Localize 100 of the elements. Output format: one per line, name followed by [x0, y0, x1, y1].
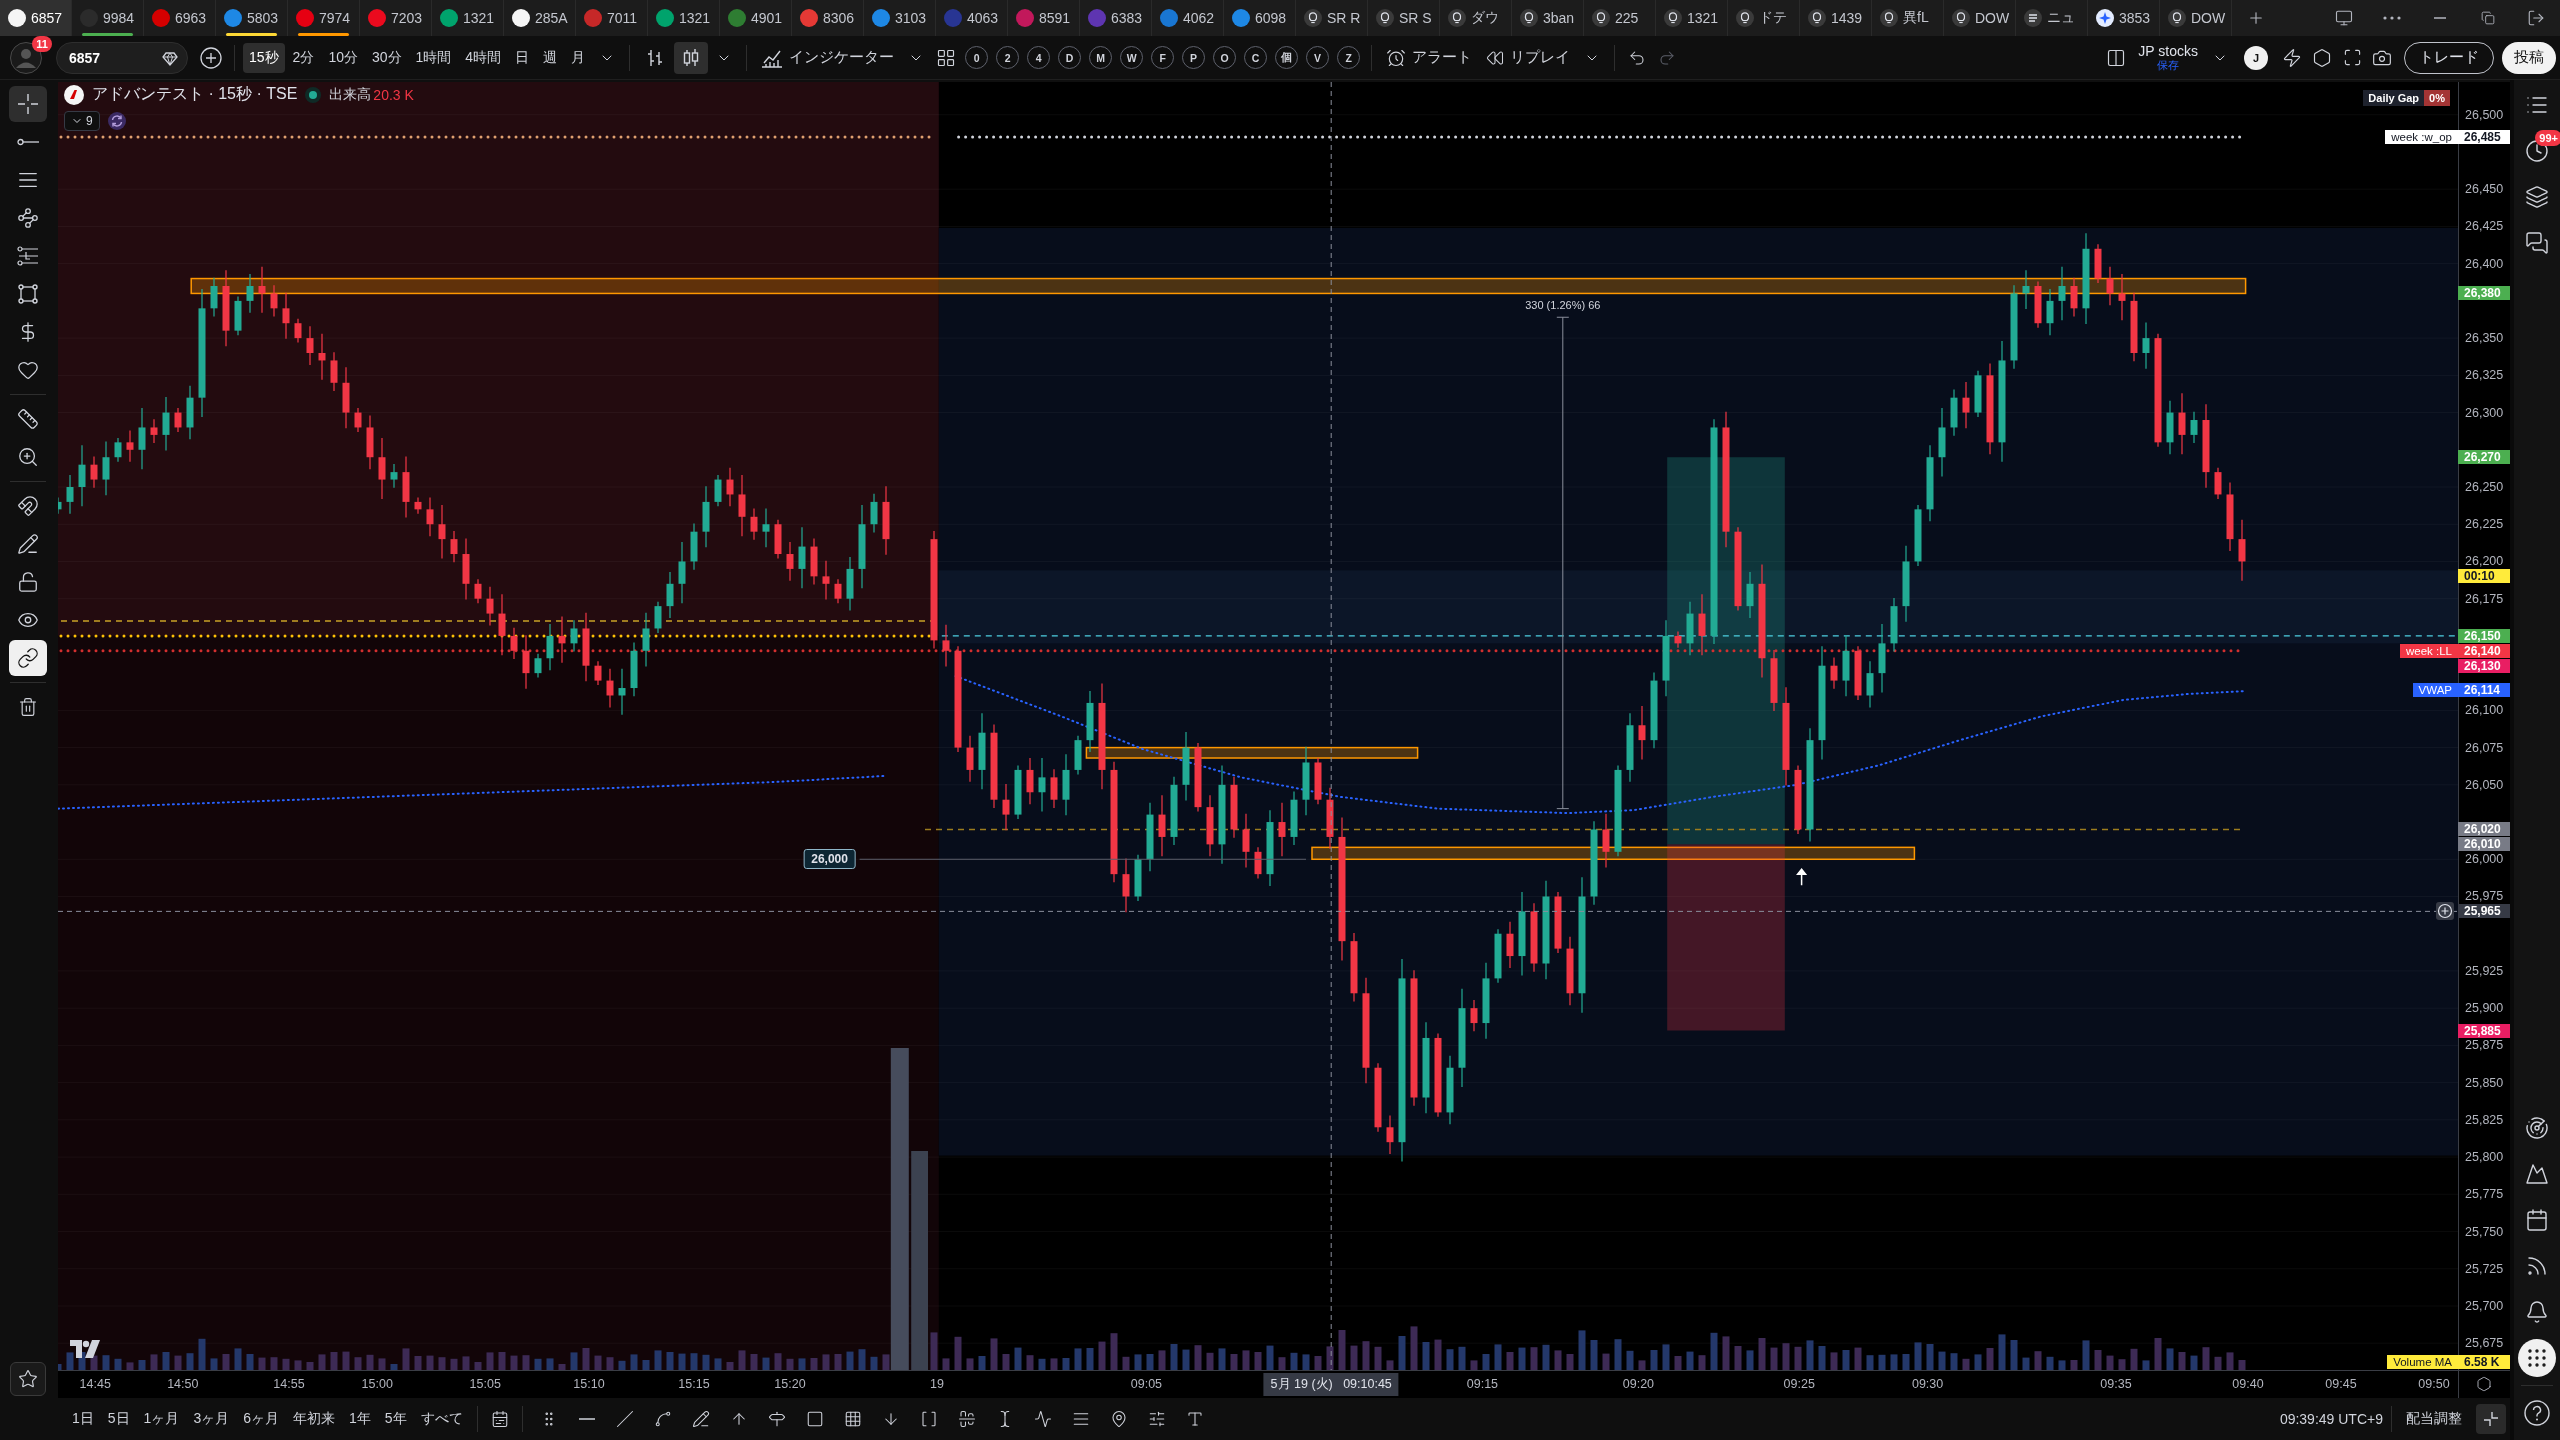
price-axis-label: 25,725 — [2465, 1261, 2504, 1276]
interval-button[interactable]: 月 — [565, 42, 592, 73]
time-axis-label: 09:40 — [2232, 1377, 2264, 1391]
grid-icon — [843, 1410, 862, 1428]
dividend-adjust-button[interactable]: 配当調整 — [2400, 1405, 2468, 1433]
logo-icon — [1016, 9, 1034, 27]
daily-gap-value: 0% — [2424, 90, 2450, 106]
user-avatar[interactable]: J — [2244, 45, 2268, 70]
magnet-icon — [17, 495, 39, 517]
interval-button[interactable]: 1時間 — [409, 42, 458, 73]
level-lines-icon — [17, 246, 39, 266]
price-axis-label: 26,200 — [2465, 554, 2504, 569]
price-axis-label: 25,800 — [2465, 1150, 2504, 1165]
time-axis-label: 19 — [930, 1377, 944, 1391]
time-axis-label: 14:45 — [79, 1377, 111, 1391]
lightbulb-icon — [1520, 9, 1538, 27]
price-axis-label: 26,300 — [2465, 405, 2504, 420]
price-axis-label: 26,050 — [2465, 777, 2504, 792]
interval-button[interactable]: 10分 — [322, 42, 364, 73]
plus-circle-icon — [200, 46, 222, 69]
radar-icon — [2525, 1116, 2549, 1140]
plus-circle-icon[interactable] — [2436, 902, 2454, 921]
price-tag: 26,380 — [2458, 286, 2510, 301]
range-button[interactable]: 5年 — [378, 1405, 413, 1433]
price-axis-label: 26,450 — [2465, 182, 2504, 197]
replay-button[interactable]: リプレイ — [1480, 41, 1577, 74]
time-axis-label: 15:00 — [361, 1377, 393, 1391]
volume-label: 出来高 — [329, 85, 372, 104]
price-axis-label: 25,825 — [2465, 1112, 2504, 1127]
minimize-icon — [2434, 17, 2446, 19]
interval-button[interactable]: 15秒 — [243, 42, 285, 73]
price-axis-label: 26,075 — [2465, 740, 2504, 755]
text-icon — [1185, 1410, 1204, 1428]
range-button[interactable]: 年初来 — [287, 1405, 341, 1433]
price-axis-label: 26,250 — [2465, 480, 2504, 494]
pencil-icon — [17, 533, 39, 555]
crosshair-price-label: 25,965 — [2458, 904, 2510, 919]
settings-icon[interactable] — [2476, 1376, 2492, 1392]
price-tag: 00:10 — [2458, 569, 2510, 584]
time-axis-label: 09:25 — [1783, 1377, 1815, 1391]
range-button[interactable]: 1日 — [66, 1405, 100, 1433]
chart-style-button[interactable] — [674, 41, 709, 74]
price-tag: 26,150 — [2458, 628, 2510, 643]
price-tag: 25,885 — [2458, 1023, 2510, 1038]
range-button[interactable]: 5日 — [101, 1405, 136, 1433]
mountain-icon — [2525, 1162, 2549, 1186]
range-button[interactable]: 1ヶ月 — [137, 1405, 186, 1433]
hotkey-button[interactable]: Z — [1337, 46, 1361, 69]
trend-line-icon — [17, 138, 39, 146]
interval-button[interactable]: 30分 — [365, 42, 408, 73]
price-axis-label: 26,325 — [2465, 368, 2504, 383]
price-axis-label: 25,925 — [2465, 963, 2504, 978]
bell-icon — [2525, 1300, 2549, 1324]
indicators-toggle[interactable]: 9 — [64, 111, 100, 131]
cursor-tool-button[interactable] — [9, 86, 47, 122]
align-icon — [957, 1410, 976, 1428]
volume-ma-value: 6.58 K — [2458, 1355, 2510, 1369]
time-axis-label: 14:50 — [167, 1377, 199, 1391]
range-button[interactable]: 6ヶ月 — [237, 1405, 285, 1433]
spline-icon — [653, 1410, 672, 1428]
symbol-search-field[interactable]: 6857 — [56, 41, 188, 74]
slash-icon — [615, 1410, 634, 1428]
time-axis-label: 09:20 — [1622, 1377, 1655, 1391]
alert-button[interactable]: アラート — [1380, 41, 1479, 74]
range-button[interactable]: 3ヶ月 — [187, 1405, 236, 1433]
chart-title: アドバンテスト · 15秒 · TSE — [92, 84, 298, 104]
range-button[interactable]: 1年 — [343, 1405, 377, 1433]
price-axis-label: 26,225 — [2465, 517, 2504, 532]
time-axis-label: 15:15 — [678, 1377, 710, 1391]
volume-ma-label: Volume MA — [2387, 1355, 2458, 1369]
tab[interactable]: 6857 — [0, 0, 72, 36]
document-icon — [2024, 9, 2042, 27]
lightbulb-icon — [1736, 9, 1754, 27]
sync-drawings-button[interactable] — [9, 640, 47, 676]
price-axis-label: 26,000 — [2465, 852, 2504, 867]
logo-icon — [944, 9, 962, 27]
indicators-button[interactable]: インジケーター — [755, 41, 901, 74]
interval-button[interactable]: 週 — [537, 42, 564, 73]
price-axis-label: 25,850 — [2465, 1075, 2504, 1090]
price-axis-label: 26,175 — [2465, 591, 2504, 606]
range-button[interactable]: すべて — [414, 1405, 469, 1433]
price-axis-label: 25,900 — [2465, 1001, 2504, 1016]
layout-name-button[interactable]: JP stocks 保存 — [2132, 40, 2204, 75]
interval-button[interactable]: 2分 — [286, 42, 321, 73]
interval-button[interactable]: 日 — [509, 42, 536, 73]
apps-button[interactable] — [2518, 1339, 2556, 1377]
collapse-button[interactable] — [2476, 1404, 2506, 1434]
unlock-icon — [17, 571, 39, 593]
clock-text: 09:39:49 UTC+9 — [2279, 1411, 2383, 1427]
time-axis-label: 15:05 — [469, 1377, 501, 1391]
publish-button[interactable]: 投稿 — [2502, 41, 2556, 74]
redo-icon — [1658, 48, 1677, 67]
interval-button[interactable]: 4時間 — [459, 42, 508, 73]
dots-grid-icon — [2525, 1346, 2549, 1370]
price-label: 26,000 — [803, 849, 856, 870]
status-dot-icon — [305, 86, 322, 103]
watchlist-button[interactable] — [10, 1362, 46, 1396]
crosshair-time-label: 5月 19 (火) 09:10:45 — [1263, 1373, 1399, 1396]
pencil-icon — [691, 1410, 710, 1428]
logo-icon — [152, 9, 170, 27]
